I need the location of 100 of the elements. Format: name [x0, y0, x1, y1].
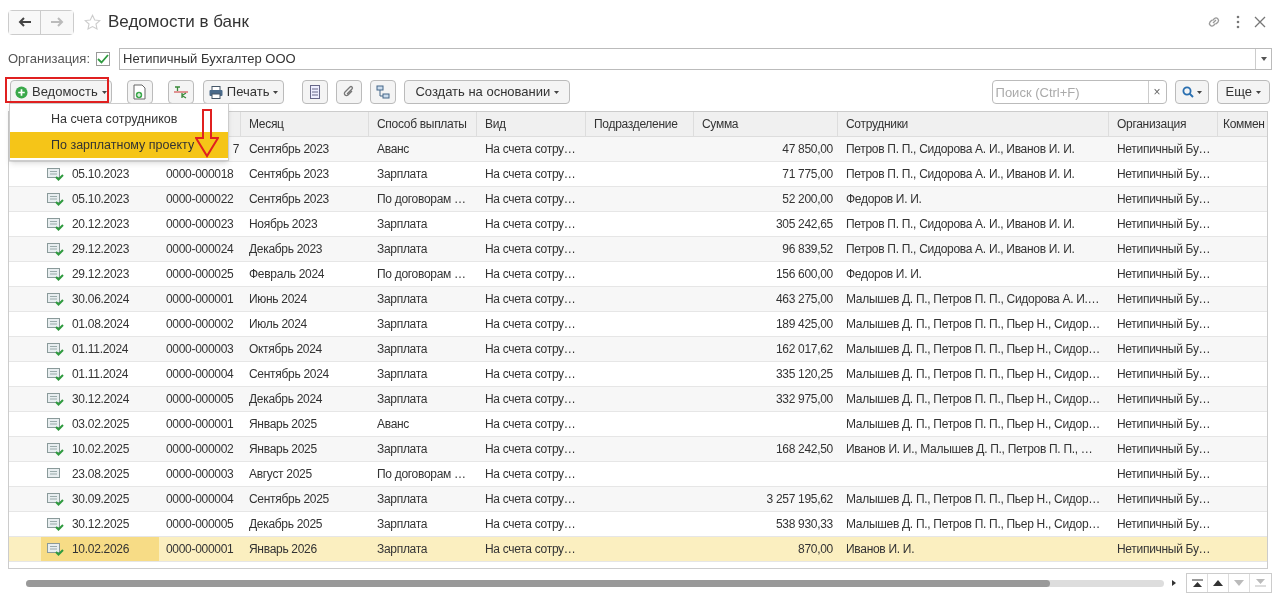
month-cell-text: Сентябрь 2023 — [249, 141, 329, 158]
posted-document-icon — [47, 317, 64, 331]
type-cell-text: На счета сотру… — [485, 166, 576, 183]
amount-cell-text: 168 242,50 — [775, 441, 833, 458]
type-cell-text: На счета сотру… — [485, 441, 576, 458]
payment-method-cell-text: Зарплата — [377, 216, 428, 233]
amount-cell-text: 335 120,25 — [775, 366, 833, 383]
employees-cell-text: Малышев Д. П., Петров П. П., Пьер Н., Сидор… — [846, 341, 1100, 358]
date-cell-text: 23.08.2025 — [72, 466, 130, 483]
more-button[interactable]: Еще — [1216, 80, 1270, 104]
amount-cell-text: 96 839,52 — [782, 241, 833, 258]
date-cell-text: 05.10.2023 — [72, 191, 130, 208]
employees-cell-text: Иванов И. И., Малышев Д. П., Петров П. П., … — [846, 441, 1093, 458]
close-icon[interactable] — [1254, 16, 1266, 28]
number-cell-text: 0000-000002 — [166, 441, 234, 458]
payment-method-cell-text: Зарплата — [377, 241, 428, 258]
payment-method-cell-text: Зарплата — [377, 316, 428, 333]
clear-search-button[interactable]: × — [1147, 81, 1166, 103]
payment-method-cell-text: Зарплата — [377, 291, 428, 308]
back-button[interactable] — [9, 10, 41, 34]
menu-item[interactable]: На счета сотрудников — [10, 106, 228, 132]
add-document-button[interactable] — [126, 80, 153, 104]
column-header[interactable]: Вид — [485, 115, 506, 133]
horizontal-scrollbar[interactable] — [26, 579, 1164, 587]
organization-checkbox[interactable] — [96, 52, 111, 66]
payment-method-cell-text: Зарплата — [377, 516, 428, 533]
month-cell-text: Сентябрь 2025 — [249, 491, 329, 508]
search-field[interactable]: Поиск (Ctrl+F) × — [991, 80, 1167, 104]
down-arrow-drawing — [195, 109, 219, 158]
organization-cell-text: Нетипичный Бу… — [1117, 266, 1211, 283]
create-based-on-button[interactable]: Создать на основании — [404, 80, 571, 104]
column-header[interactable]: Сотрудники — [846, 115, 908, 133]
list-button[interactable] — [302, 80, 329, 104]
month-cell-text: Октябрь 2024 — [249, 341, 322, 358]
column-header[interactable]: Коммен — [1223, 115, 1265, 133]
posted-document-icon — [47, 517, 64, 531]
print-button[interactable]: Печать — [202, 80, 285, 104]
create-statement-button[interactable]: Ведомость — [10, 80, 112, 104]
more-options-icon[interactable] — [1236, 15, 1240, 29]
employees-cell-text: Петров П. П., Сидорова А. И., Иванов И. И. — [846, 166, 1075, 183]
star-icon[interactable] — [84, 13, 101, 31]
search-icon — [1181, 86, 1194, 98]
posted-document-icon — [47, 367, 64, 381]
month-cell-text: Декабрь 2024 — [249, 391, 323, 408]
caret-icon — [554, 90, 560, 94]
number-cell-text: 0000-000002 — [166, 316, 234, 333]
organization-cell-text: Нетипичный Бу… — [1117, 541, 1211, 558]
organization-field[interactable]: Нетипичный Бухгалтер ООО — [119, 48, 1272, 70]
to-bottom-icon — [1255, 579, 1266, 587]
month-cell-text: Сентябрь 2024 — [249, 366, 329, 383]
posted-document-icon — [47, 192, 64, 206]
number-cell-text: 0000-000003 — [166, 466, 234, 483]
posted-document-icon — [47, 392, 64, 406]
amount-cell-text: 3 257 195,62 — [766, 491, 833, 508]
debit-credit-button[interactable] — [167, 80, 194, 104]
posted-document-icon — [47, 167, 64, 181]
hierarchy-icon — [376, 85, 391, 99]
employees-cell-text: Малышев Д. П., Петров П. П., Пьер Н., Сидор… — [846, 416, 1100, 433]
type-cell-text: На счета сотру… — [485, 416, 576, 433]
employees-cell-text: Малышев Д. П., Петров П. П., Сидорова А. И.… — [846, 291, 1100, 308]
payment-method-cell-text: Зарплата — [377, 341, 428, 358]
type-cell-text: На счета сотру… — [485, 216, 576, 233]
structure-button[interactable] — [370, 80, 397, 104]
date-cell-text: 10.02.2025 — [72, 441, 130, 458]
menu-item[interactable]: По зарплатному проекту — [10, 132, 228, 158]
attachment-button[interactable] — [336, 80, 363, 104]
scroll-right-icon[interactable] — [1172, 580, 1176, 586]
plus-circle-icon — [15, 85, 28, 99]
payment-method-cell-text: Зарплата — [377, 391, 428, 408]
list-icon — [310, 85, 321, 99]
type-cell-text: На счета сотру… — [485, 466, 576, 483]
link-icon[interactable] — [1206, 14, 1222, 30]
column-header[interactable]: Месяц — [249, 115, 284, 133]
number-cell-text: 0000-000025 — [166, 266, 234, 283]
month-cell-text: Январь 2025 — [249, 441, 317, 458]
month-cell-text: Январь 2026 — [249, 541, 317, 558]
column-header[interactable]: Сумма — [702, 115, 739, 133]
caret-icon — [1196, 90, 1202, 94]
window-title: Ведомости в банк — [108, 11, 249, 34]
column-header[interactable]: Способ выплаты — [377, 115, 467, 133]
month-cell-text: Ноябрь 2023 — [249, 216, 318, 233]
date-cell-text: 29.12.2023 — [72, 266, 130, 283]
number-cell-text: 0000-000023 — [166, 216, 234, 233]
type-cell-text: На счета сотру… — [485, 541, 576, 558]
number-cell-text: 0000-000018 — [166, 166, 234, 183]
search-button[interactable] — [1174, 80, 1209, 104]
paperclip-icon — [343, 85, 356, 99]
month-cell-text: Сентябрь 2023 — [249, 191, 329, 208]
payment-method-cell-text: Зарплата — [377, 441, 428, 458]
payment-method-cell-text: Аванс — [377, 141, 410, 158]
organization-cell-text: Нетипичный Бу… — [1117, 416, 1211, 433]
employees-cell-text: Иванов И. И. — [846, 541, 915, 558]
date-cell-text: 30.12.2025 — [72, 516, 130, 533]
organization-cell-text: Нетипичный Бу… — [1117, 316, 1211, 333]
month-cell-text: Июль 2024 — [249, 316, 307, 333]
column-header[interactable]: Организация — [1117, 115, 1187, 133]
column-header[interactable]: Подразделение — [594, 115, 678, 133]
document-plus-icon — [132, 84, 147, 100]
number-cell-text: 7 — [232, 141, 239, 158]
number-cell-text: 0000-000003 — [166, 341, 234, 358]
